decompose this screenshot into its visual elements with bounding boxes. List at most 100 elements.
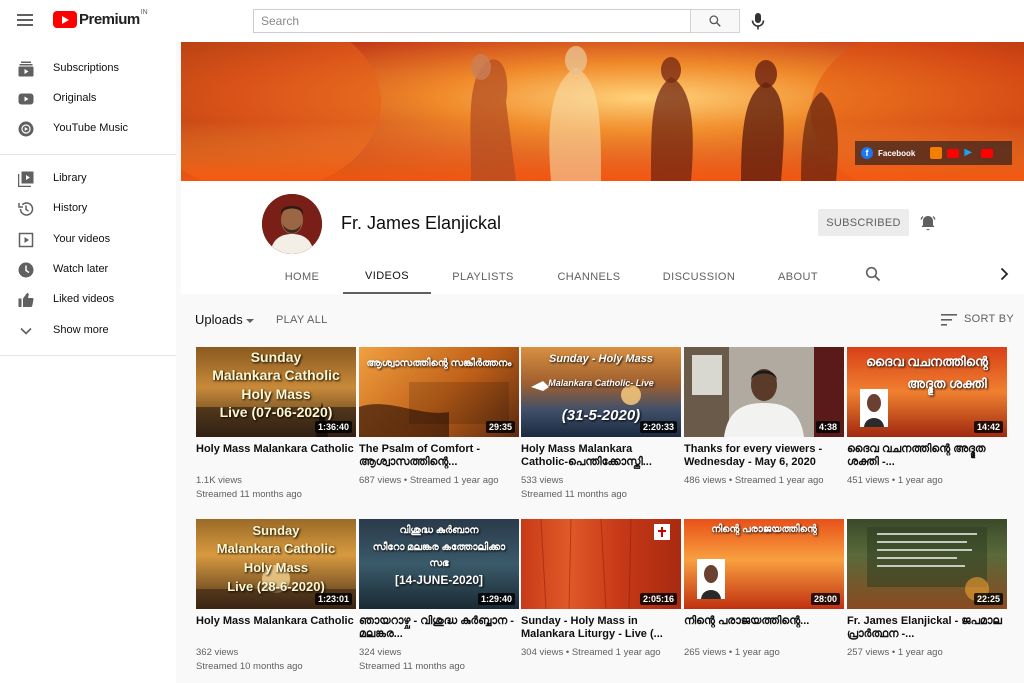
youtube-premium-logo[interactable]: Premium IN <box>53 9 148 28</box>
youtube-link-icon[interactable] <box>947 148 960 158</box>
logo-text: Premium <box>79 11 140 28</box>
facebook-link[interactable]: Facebook <box>878 149 915 158</box>
sidebar-item-label: History <box>53 202 88 214</box>
sort-by-button[interactable]: SORT BY <box>964 313 1014 325</box>
video-title[interactable]: നിന്റെ പരാജയത്തിന്റെ... <box>684 615 844 641</box>
video-thumbnail[interactable]: ആശ്വാസത്തിന്റെ സങ്കീർത്തനം 29:35 <box>359 347 519 437</box>
sidebar-item-label: Watch later <box>53 263 109 275</box>
video-thumbnail[interactable]: 22:25 <box>847 519 1007 609</box>
video-title[interactable]: Thanks for every viewers - Wednesday - M… <box>684 443 844 469</box>
video-card[interactable]: ആശ്വാസത്തിന്റെ സങ്കീർത്തനം 29:35 The Psa… <box>359 347 519 488</box>
sidebar-item-label: Library <box>53 172 87 184</box>
video-thumbnail[interactable]: Sunday Malankara Catholic Holy Mass Live… <box>196 519 356 609</box>
thumbnail-text: സീറോ മലങ്കര കത്തോലിക്കാ <box>372 542 506 553</box>
channel-avatar[interactable] <box>262 194 322 254</box>
channel-name: Fr. James Elanjickal <box>341 213 502 233</box>
twitter-icon[interactable]: ▶ <box>964 148 976 158</box>
sidebar-item-library[interactable]: Library <box>0 163 176 193</box>
channel-search-icon[interactable] <box>865 266 881 282</box>
youtube-link-icon[interactable] <box>981 148 994 158</box>
play-all-button[interactable]: PLAY ALL <box>276 314 328 326</box>
video-card[interactable]: Sunday - Holy Mass Malankara Catholic- L… <box>521 347 681 502</box>
video-thumbnail[interactable]: നിന്റെ പരാജയത്തിന്റെ 28:00 <box>684 519 844 609</box>
sidebar-item-originals[interactable]: Originals <box>0 83 176 113</box>
video-thumbnail[interactable]: Sunday Malankara Catholic Holy Mass Live… <box>196 347 356 437</box>
video-title[interactable]: Holy Mass Malankara Catholic-പെന്തിക്കോസ… <box>521 443 681 469</box>
thumbnail-text: Malankara Catholic <box>212 367 340 383</box>
sidebar-item-youtube-music[interactable]: YouTube Music <box>0 113 176 143</box>
video-thumbnail[interactable]: 4:38 <box>684 347 844 437</box>
sidebar-item-your-videos[interactable]: Your videos <box>0 224 176 254</box>
originals-icon <box>17 90 34 107</box>
video-card[interactable]: 22:25 Fr. James Elanjickal - ജപമാല പ്രാർ… <box>847 519 1007 660</box>
duration-badge: 1:23:01 <box>314 593 352 605</box>
video-thumbnail[interactable]: Sunday - Holy Mass Malankara Catholic- L… <box>521 347 681 437</box>
video-views: 451 views • 1 year ago <box>847 475 943 486</box>
caret-down-icon[interactable] <box>246 319 254 323</box>
sidebar-item-watch-later[interactable]: Watch later <box>0 254 176 284</box>
tab-home[interactable]: HOME <box>271 259 333 294</box>
main-content: f Facebook ▶ Fr. James Elanjickal SUBSCR… <box>181 42 1024 683</box>
video-views: 265 views • 1 year ago <box>684 647 780 658</box>
thumbnail-text: ദൈവ വചനത്തിന്റെ <box>866 354 988 369</box>
youtube-play-icon <box>53 11 77 28</box>
subscribed-button[interactable]: SUBSCRIBED <box>818 209 909 236</box>
sidebar-divider <box>0 154 176 155</box>
video-title[interactable]: Holy Mass Malankara Catholic <box>196 443 356 469</box>
video-card[interactable]: Sunday Malankara Catholic Holy Mass Live… <box>196 347 356 502</box>
thumbnail-text: നിന്റെ പരാജയത്തിന്റെ <box>711 524 817 535</box>
video-views: 486 views • Streamed 1 year ago <box>684 475 824 486</box>
tab-discussion[interactable]: DISCUSSION <box>655 259 743 294</box>
chevron-down-icon <box>17 322 34 339</box>
sidebar-item-liked-videos[interactable]: Liked videos <box>0 284 176 314</box>
mic-icon <box>751 12 765 29</box>
notification-bell-icon[interactable] <box>919 214 937 232</box>
video-title[interactable]: Sunday - Holy Mass in Malankara Liturgy … <box>521 615 681 641</box>
video-title[interactable]: Fr. James Elanjickal - ജപമാല പ്രാർത്ഥന -… <box>847 615 1007 641</box>
library-icon <box>17 170 34 187</box>
video-card[interactable]: 2:05:16 Sunday - Holy Mass in Malankara … <box>521 519 681 660</box>
video-title[interactable]: Holy Mass Malankara Catholic <box>196 615 356 641</box>
thumbnail-text: Live (28-6-2020) <box>227 579 325 594</box>
tab-playlists[interactable]: PLAYLISTS <box>441 259 525 294</box>
sidebar-divider <box>0 355 176 356</box>
video-card[interactable]: നിന്റെ പരാജയത്തിന്റെ 28:00 നിന്റെ പരാജയത… <box>684 519 844 660</box>
search-button[interactable] <box>690 9 740 33</box>
video-views: 324 views <box>359 647 402 658</box>
video-card[interactable]: Sunday Malankara Catholic Holy Mass Live… <box>196 519 356 674</box>
video-views: 304 views • Streamed 1 year ago <box>521 647 661 658</box>
video-thumbnail[interactable]: ദൈവ വചനത്തിന്റെ അദ്ഭുത ശക്തി 14:42 <box>847 347 1007 437</box>
video-thumbnail[interactable]: വിശുദ്ധ കുർബാന സീറോ മലങ്കര കത്തോലിക്കാ സ… <box>359 519 519 609</box>
blogger-icon[interactable] <box>930 147 943 159</box>
video-title[interactable]: ദൈവ വചനത്തിന്റെ അദ്ഭുത ശക്തി -... <box>847 443 1007 469</box>
your-videos-icon <box>17 231 34 248</box>
chevron-right-icon[interactable] <box>996 266 1012 282</box>
video-card[interactable]: വിശുദ്ധ കുർബാന സീറോ മലങ്കര കത്തോലിക്കാ സ… <box>359 519 519 674</box>
tab-channels[interactable]: CHANNELS <box>547 259 631 294</box>
video-date: Streamed 11 months ago <box>196 489 302 500</box>
sort-icon[interactable] <box>941 313 957 327</box>
video-views: 257 views • 1 year ago <box>847 647 943 658</box>
video-title[interactable]: The Psalm of Comfort - ആശ്വാസത്തിന്റെ... <box>359 443 519 469</box>
tab-videos[interactable]: VIDEOS <box>343 259 431 294</box>
hamburger-icon[interactable] <box>17 14 33 26</box>
video-title[interactable]: ഞായറാഴ്ച - വിശുദ്ധ കുർബ്ബാന - മലങ്കര... <box>359 615 519 641</box>
thumbnail-text: അദ്ഭുത ശക്തി <box>907 376 987 391</box>
video-thumbnail[interactable]: 2:05:16 <box>521 519 681 609</box>
sidebar-show-more[interactable]: Show more <box>0 315 176 345</box>
thumbnail-text: [14-JUNE-2020] <box>394 573 484 587</box>
uploads-dropdown[interactable]: Uploads <box>195 312 243 327</box>
video-card[interactable]: ദൈവ വചനത്തിന്റെ അദ്ഭുത ശക്തി 14:42 ദൈവ വ… <box>847 347 1007 488</box>
search-input[interactable] <box>254 10 690 32</box>
sidebar-item-label: Liked videos <box>53 293 115 305</box>
mic-button[interactable] <box>749 12 767 30</box>
search-box <box>253 9 691 33</box>
sidebar-item-history[interactable]: History <box>0 193 176 223</box>
video-card[interactable]: 4:38 Thanks for every viewers - Wednesda… <box>684 347 844 488</box>
duration-badge: 2:05:16 <box>639 593 677 605</box>
sidebar-item-subscriptions[interactable]: Subscriptions <box>0 53 176 83</box>
tab-about[interactable]: ABOUT <box>769 259 827 294</box>
thumbnail-text: ആശ്വാസത്തിന്റെ സങ്കീർത്തനം <box>366 358 512 369</box>
watch-later-icon <box>17 261 34 278</box>
facebook-icon[interactable]: f <box>861 147 873 159</box>
